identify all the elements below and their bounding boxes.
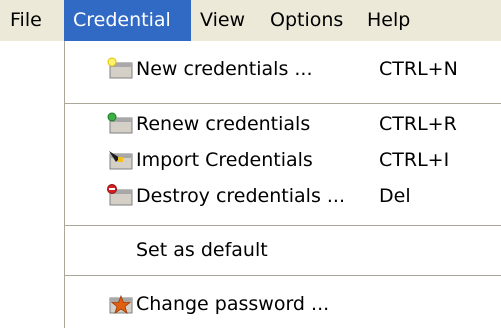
menubar: File Credential View Options Help xyxy=(0,0,501,41)
import-credentials-icon xyxy=(106,148,134,172)
menu-item-label: Change password ... xyxy=(136,293,330,315)
menu-credential[interactable]: Credential xyxy=(64,0,191,41)
menu-file[interactable]: File xyxy=(10,0,42,41)
menu-item-label: Renew credentials xyxy=(136,113,311,135)
menu-item-change-password[interactable]: Change password ... xyxy=(65,287,501,321)
menu-item-import-credentials[interactable]: Import Credentials CTRL+I xyxy=(65,143,501,177)
menu-item-shortcut: CTRL+N xyxy=(379,58,458,80)
menu-item-label: Import Credentials xyxy=(136,149,313,171)
menu-separator xyxy=(65,103,501,105)
menu-view[interactable]: View xyxy=(200,0,245,41)
renew-credentials-icon xyxy=(106,112,134,136)
menu-item-set-as-default[interactable]: Set as default xyxy=(65,233,501,267)
menu-item-shortcut: CTRL+I xyxy=(379,149,450,171)
credential-dropdown-menu: New credentials ... CTRL+N Renew credent… xyxy=(64,41,501,328)
menu-item-shortcut: CTRL+R xyxy=(379,113,457,135)
destroy-credentials-icon xyxy=(106,184,134,208)
menu-item-new-credentials[interactable]: New credentials ... CTRL+N xyxy=(65,52,501,86)
change-password-icon xyxy=(106,292,134,316)
menu-item-label: Destroy credentials ... xyxy=(136,185,345,207)
menu-help[interactable]: Help xyxy=(367,0,410,41)
menu-item-shortcut: Del xyxy=(379,185,411,207)
menu-item-destroy-credentials[interactable]: Destroy credentials ... Del xyxy=(65,179,501,213)
menu-item-label: Set as default xyxy=(136,239,268,261)
menu-separator xyxy=(65,225,501,227)
menu-separator xyxy=(65,275,501,277)
menu-item-renew-credentials[interactable]: Renew credentials CTRL+R xyxy=(65,107,501,141)
menu-item-label: New credentials ... xyxy=(136,58,313,80)
menu-options[interactable]: Options xyxy=(270,0,343,41)
new-credentials-icon xyxy=(106,57,134,81)
